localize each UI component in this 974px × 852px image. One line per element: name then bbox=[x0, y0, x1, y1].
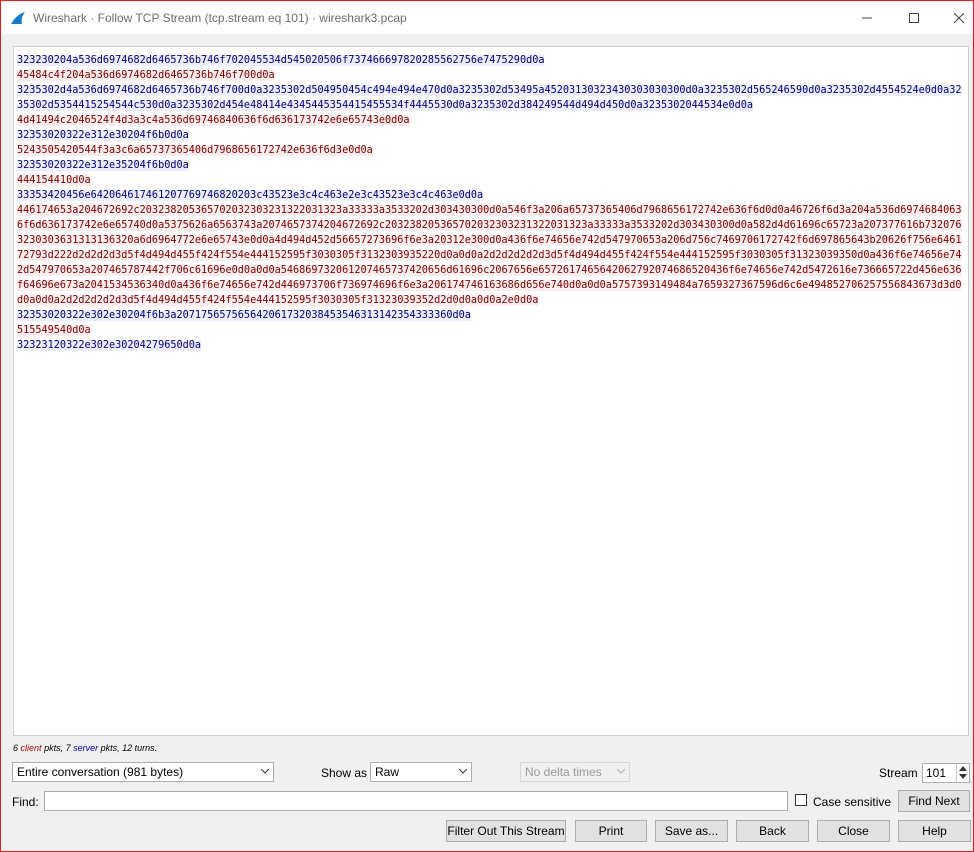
server-stream-chunk: 33353420456e642064617461207769746820203c… bbox=[17, 188, 962, 203]
show-as-select[interactable]: Raw bbox=[370, 762, 472, 782]
client-chunk-text: 45484c4f204a536d6974682d6465736b746f700d… bbox=[17, 70, 275, 81]
print-button[interactable]: Print bbox=[575, 820, 647, 842]
server-stream-chunk: 3235302d4a536d6974682d6465736b746f700d0a… bbox=[17, 83, 962, 113]
filter-out-stream-button[interactable]: Filter Out This Stream bbox=[446, 820, 566, 842]
client-stream-chunk: 444154410d0a bbox=[17, 173, 962, 188]
maximize-icon bbox=[908, 13, 919, 23]
client-chunk-text: 5243505420544f3a3c6a65737365406d79686561… bbox=[17, 145, 373, 156]
client-chunk-text: 446174653a204672692c20323820536570203230… bbox=[17, 205, 962, 306]
find-label: Find: bbox=[12, 795, 39, 809]
client-label: client bbox=[20, 743, 42, 753]
back-button[interactable]: Back bbox=[736, 820, 809, 842]
client-stream-chunk: 515549540d0a bbox=[17, 323, 962, 338]
server-packet-count: 7 bbox=[65, 743, 71, 753]
server-chunk-text: 323230204a536d6974682d6465736b746f702045… bbox=[17, 55, 545, 66]
stream-number-value: 101 bbox=[926, 766, 947, 780]
minimize-button[interactable] bbox=[844, 2, 889, 34]
server-stream-chunk: 32353020322e312e30204f6b0d0a bbox=[17, 128, 962, 143]
chevron-down-icon bbox=[459, 768, 467, 774]
dialog-window: Wireshark · Follow TCP Stream (tcp.strea… bbox=[0, 0, 974, 852]
stream-label: Stream bbox=[879, 766, 918, 780]
close-window-button[interactable] bbox=[936, 2, 974, 34]
conversation-select[interactable]: Entire conversation (981 bytes) bbox=[12, 762, 274, 782]
client-chunk-text: 4d41494c2046524f4d3a3c4a536d69746840636f… bbox=[17, 115, 410, 126]
client-stream-chunk: 5243505420544f3a3c6a65737365406d79686561… bbox=[17, 143, 962, 158]
server-label: server bbox=[73, 743, 99, 753]
show-as-value: Raw bbox=[375, 765, 400, 779]
wireshark-fin-icon bbox=[11, 12, 25, 24]
client-chunk-text: 515549540d0a bbox=[17, 325, 91, 336]
show-as-label: Show as bbox=[321, 766, 368, 780]
case-sensitive-label: Case sensitive bbox=[813, 795, 892, 809]
delta-times-select[interactable]: No delta times bbox=[520, 762, 630, 782]
client-packet-count: 6 bbox=[13, 743, 19, 753]
close-button[interactable]: Close bbox=[817, 820, 890, 842]
save-as-button[interactable]: Save as... bbox=[655, 820, 728, 842]
stream-content-pane[interactable]: 323230204a536d6974682d6465736b746f702045… bbox=[13, 46, 969, 736]
conversation-select-value: Entire conversation (981 bytes) bbox=[17, 765, 184, 779]
title-bar[interactable]: Wireshark · Follow TCP Stream (tcp.strea… bbox=[2, 2, 973, 34]
server-chunk-text: 32353020322e312e30204f6b0d0a bbox=[17, 130, 189, 141]
server-stream-chunk: 32353020322e312e35204f6b0d0a bbox=[17, 158, 962, 173]
server-chunk-text: 32353020322e312e35204f6b0d0a bbox=[17, 160, 189, 171]
spin-down-icon[interactable] bbox=[959, 774, 967, 779]
server-stream-chunk: 32353020322e302e30204f6b3a20717565756564… bbox=[17, 308, 962, 323]
client-stream-chunk: 4d41494c2046524f4d3a3c4a536d69746840636f… bbox=[17, 113, 962, 128]
minimize-icon bbox=[861, 17, 872, 19]
server-stream-chunk: 32323120322e302e30204279650d0a bbox=[17, 338, 962, 353]
close-icon bbox=[953, 13, 964, 23]
find-input[interactable] bbox=[44, 791, 788, 811]
find-next-button[interactable]: Find Next bbox=[898, 790, 970, 812]
help-button[interactable]: Help bbox=[898, 820, 971, 842]
stream-spin-buttons[interactable] bbox=[956, 764, 969, 782]
server-stream-chunk: 323230204a536d6974682d6465736b746f702045… bbox=[17, 53, 962, 68]
stream-spinbox[interactable]: 101 bbox=[922, 763, 970, 783]
stats-separator: pkts, bbox=[44, 743, 66, 753]
maximize-button[interactable] bbox=[891, 2, 936, 34]
case-sensitive-checkbox[interactable] bbox=[795, 794, 807, 806]
window-title: Wireshark · Follow TCP Stream (tcp.strea… bbox=[33, 11, 407, 25]
stream-stats: 6 client pkts, 7 server pkts, 12 turns. bbox=[13, 743, 157, 753]
client-stream-chunk: 446174653a204672692c20323820536570203230… bbox=[17, 203, 962, 308]
server-chunk-text: 3235302d4a536d6974682d6465736b746f700d0a… bbox=[17, 85, 962, 111]
chevron-down-icon bbox=[261, 768, 269, 774]
server-chunk-text: 32353020322e302e30204f6b3a20717565756564… bbox=[17, 310, 471, 321]
client-stream-chunk: 45484c4f204a536d6974682d6465736b746f700d… bbox=[17, 68, 962, 83]
chevron-down-icon bbox=[617, 768, 625, 774]
spin-up-icon[interactable] bbox=[959, 766, 967, 771]
stats-tail: pkts, 12 turns. bbox=[100, 743, 158, 753]
server-chunk-text: 32323120322e302e30204279650d0a bbox=[17, 340, 202, 351]
delta-times-value: No delta times bbox=[525, 765, 602, 779]
client-chunk-text: 444154410d0a bbox=[17, 175, 91, 186]
server-chunk-text: 33353420456e642064617461207769746820203c… bbox=[17, 190, 484, 201]
